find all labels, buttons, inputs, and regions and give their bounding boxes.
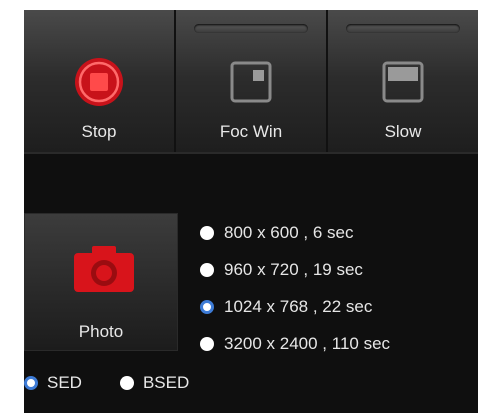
radio-button-selected[interactable] — [24, 376, 38, 390]
slow-label: Slow — [384, 122, 422, 141]
scan-toolbar: Stop Foc Win Slow — [24, 10, 478, 152]
resolution-option[interactable]: 800 x 600 , 6 sec — [200, 214, 470, 251]
button-top-bar — [346, 24, 460, 33]
toolbar-divider — [24, 152, 478, 154]
photo-label: Photo — [78, 322, 124, 341]
resolution-options: 800 x 600 , 6 sec 960 x 720 , 19 sec 102… — [200, 214, 470, 362]
resolution-label: 3200 x 2400 , 110 sec — [224, 333, 391, 353]
detector-option-bsed[interactable]: BSED — [119, 373, 190, 393]
detector-label: BSED — [142, 373, 190, 392]
focus-window-icon — [225, 56, 277, 108]
stop-label: Stop — [81, 122, 117, 141]
radio-button[interactable] — [119, 376, 134, 390]
radio-button[interactable] — [200, 262, 214, 277]
slow-scan-icon — [377, 56, 429, 108]
focus-window-button[interactable]: Foc Win — [176, 10, 328, 152]
detector-label: SED — [47, 373, 82, 392]
detector-option-sed[interactable]: SED — [24, 373, 82, 393]
radio-button[interactable] — [200, 225, 214, 240]
resolution-option[interactable]: 960 x 720 , 19 sec — [200, 251, 470, 288]
radio-button[interactable] — [200, 336, 214, 351]
detector-options: SED BSED — [24, 368, 478, 398]
slow-button[interactable]: Slow — [328, 10, 478, 152]
resolution-option[interactable]: 1024 x 768 , 22 sec — [200, 288, 470, 325]
radio-button-selected[interactable] — [200, 299, 214, 314]
stop-button[interactable]: Stop — [24, 10, 176, 152]
stop-icon — [73, 56, 125, 108]
focus-window-label: Foc Win — [219, 122, 283, 141]
resolution-label: 1024 x 768 , 22 sec — [224, 296, 373, 316]
resolution-option[interactable]: 3200 x 2400 , 110 sec — [200, 325, 470, 362]
resolution-label: 960 x 720 , 19 sec — [224, 259, 363, 279]
button-top-bar — [194, 24, 308, 33]
camera-icon — [72, 244, 136, 294]
control-panel: Stop Foc Win Slow Photo 800 x 600 , 6 se… — [24, 10, 478, 413]
photo-button[interactable]: Photo — [24, 213, 178, 351]
resolution-label: 800 x 600 , 6 sec — [224, 222, 354, 242]
